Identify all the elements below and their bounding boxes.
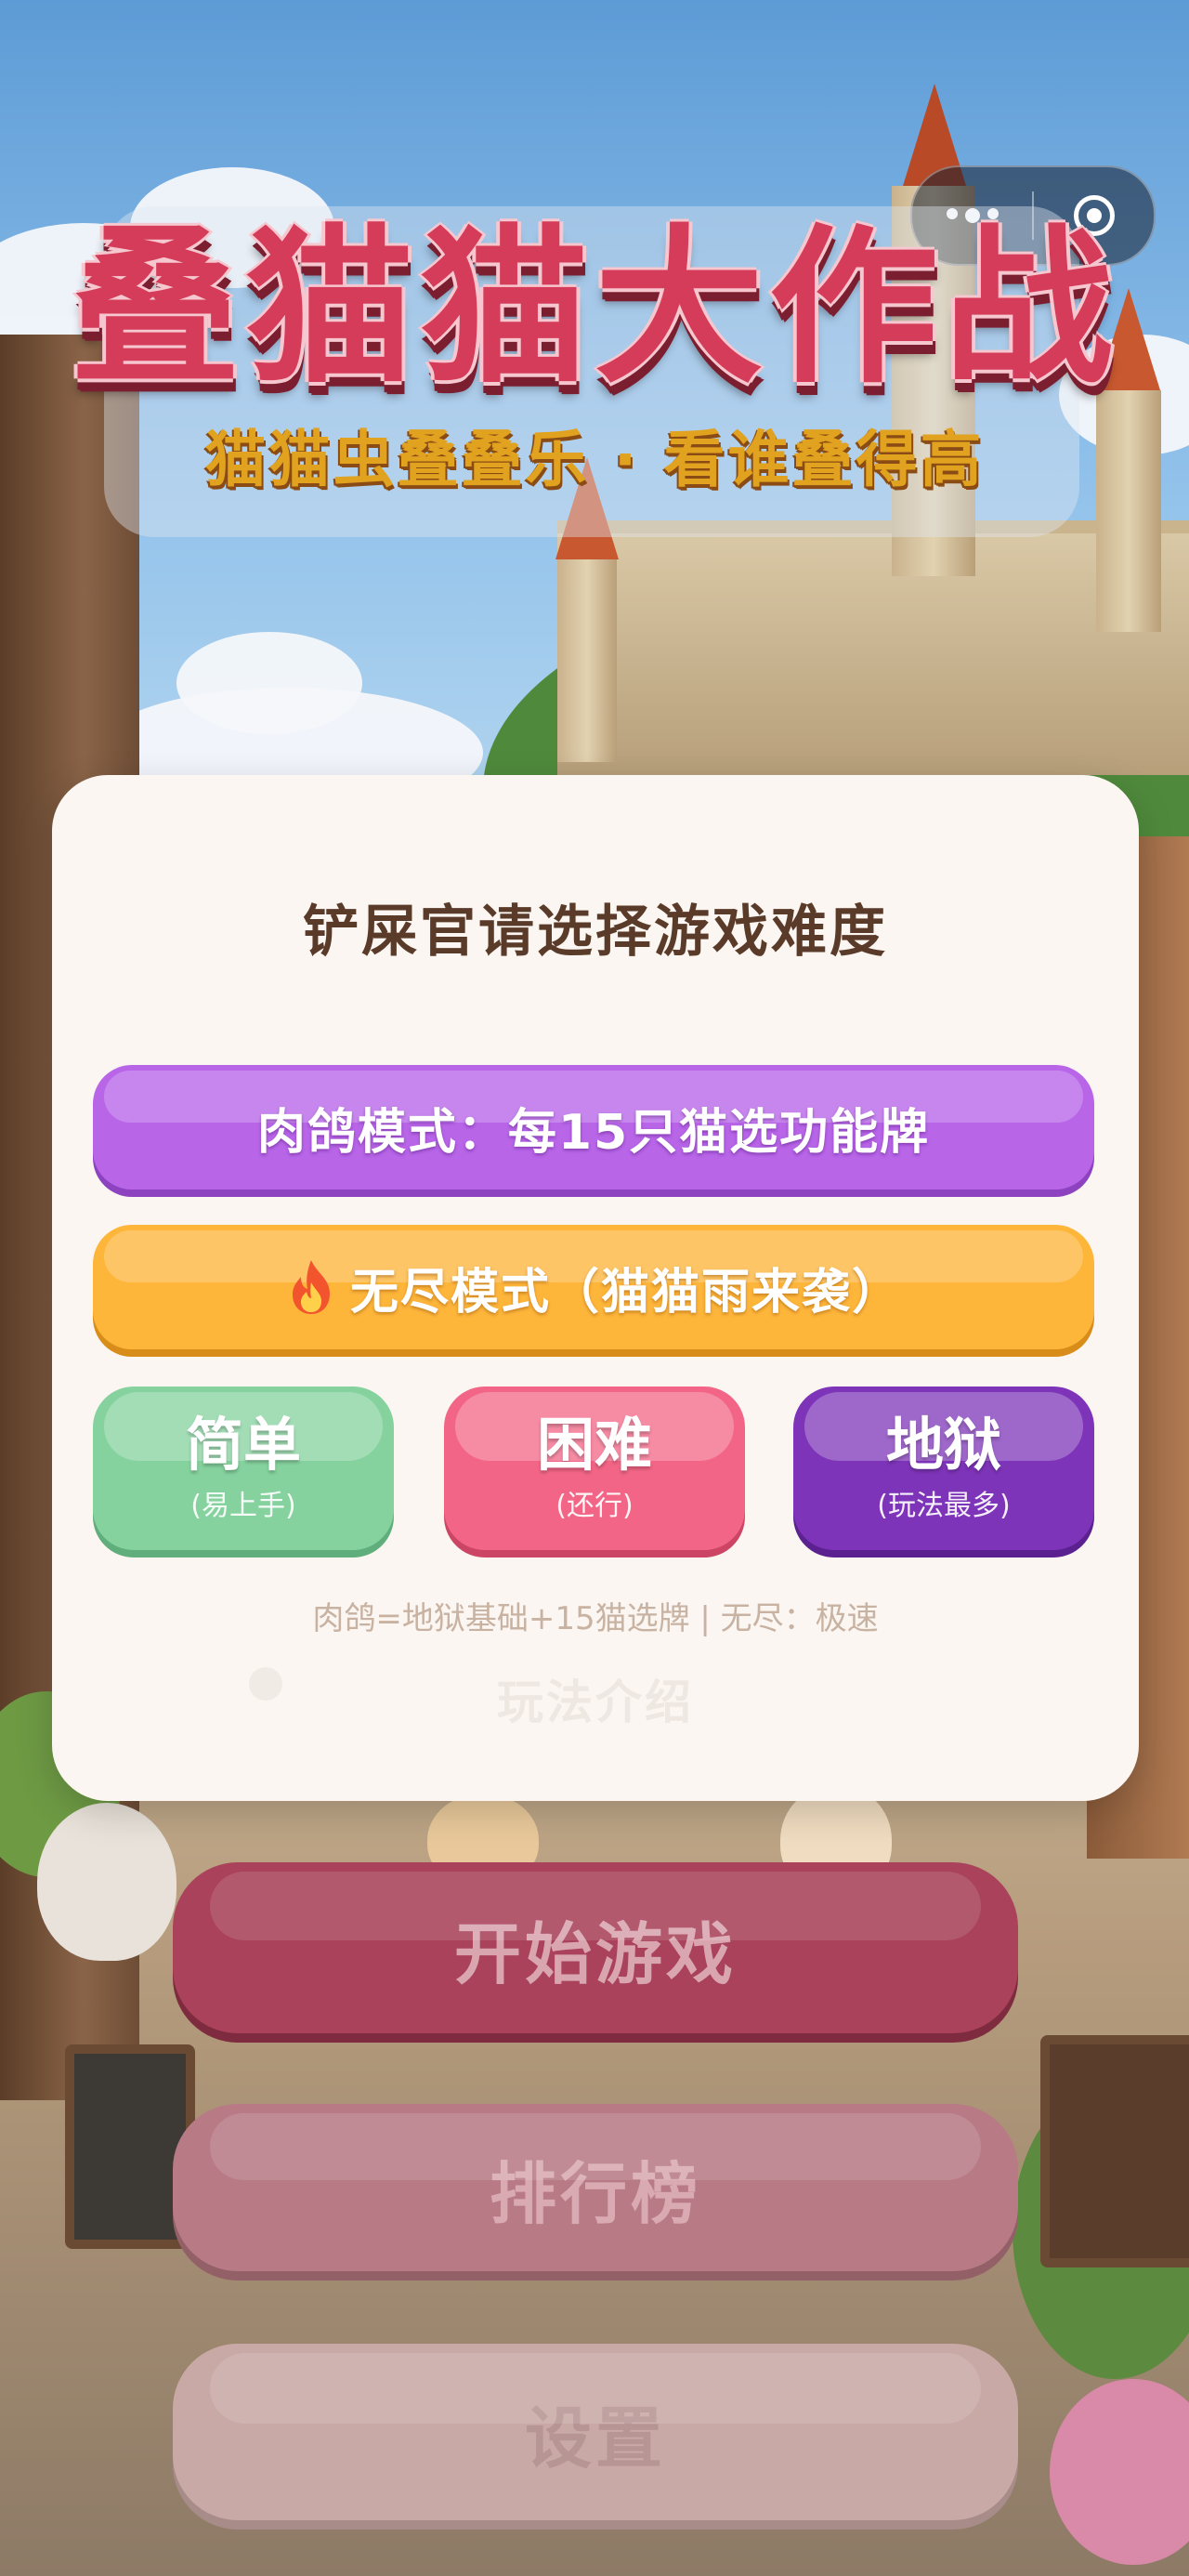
roguelike-mode-button[interactable]: 肉鸽模式：每15只猫选功能牌 [93,1065,1094,1189]
difficulty-easy-sub: (易上手) [190,1490,296,1523]
difficulty-dialog: 铲屎官请选择游戏难度 肉鸽模式：每15只猫选功能牌 无尽模式（猫猫雨来袭） 简单… [52,775,1139,1801]
leaderboard-button[interactable]: 排行榜 [173,2104,1018,2271]
start-game-button[interactable]: 开始游戏 [173,1862,1018,2033]
endless-mode-button[interactable]: 无尽模式（猫猫雨来袭） [93,1225,1094,1349]
settings-button[interactable]: 设置 [173,2344,1018,2520]
mode-note: 肉鸽=地狱基础+15猫选牌 | 无尽：极速 [312,1600,879,1637]
cat-shopkeeper [37,1803,176,1961]
roguelike-mode-label: 肉鸽模式：每15只猫选功能牌 [256,1104,931,1161]
castle-tower [1096,390,1161,632]
difficulty-hard-label: 困难 [536,1410,652,1479]
castle-wall [557,520,1189,775]
difficulty-hard-sub: (还行) [555,1490,634,1523]
difficulty-hell-button[interactable]: 地狱 (玩法最多) [793,1387,1094,1550]
cat-wooden-sign [1040,2035,1189,2267]
castle-tower [557,558,617,762]
dialog-title: 铲屎官请选择游戏难度 [303,900,888,965]
endless-mode-label: 无尽模式（猫猫雨来袭） [349,1264,902,1321]
how-to-play-label: 玩法介绍 [497,1676,694,1729]
difficulty-easy-button[interactable]: 简单 (易上手) [93,1387,394,1550]
difficulty-hell-sub: (玩法最多) [877,1490,1011,1523]
difficulty-easy-label: 简单 [185,1410,301,1479]
difficulty-hard-button[interactable]: 困难 (还行) [444,1387,745,1550]
fire-icon [292,1260,330,1314]
difficulty-hell-label: 地狱 [885,1410,1001,1479]
game-title: 叠猫猫大作战 [71,209,1118,406]
game-subtitle: 猫猫虫叠叠乐 · 看谁叠得高 [204,424,985,495]
